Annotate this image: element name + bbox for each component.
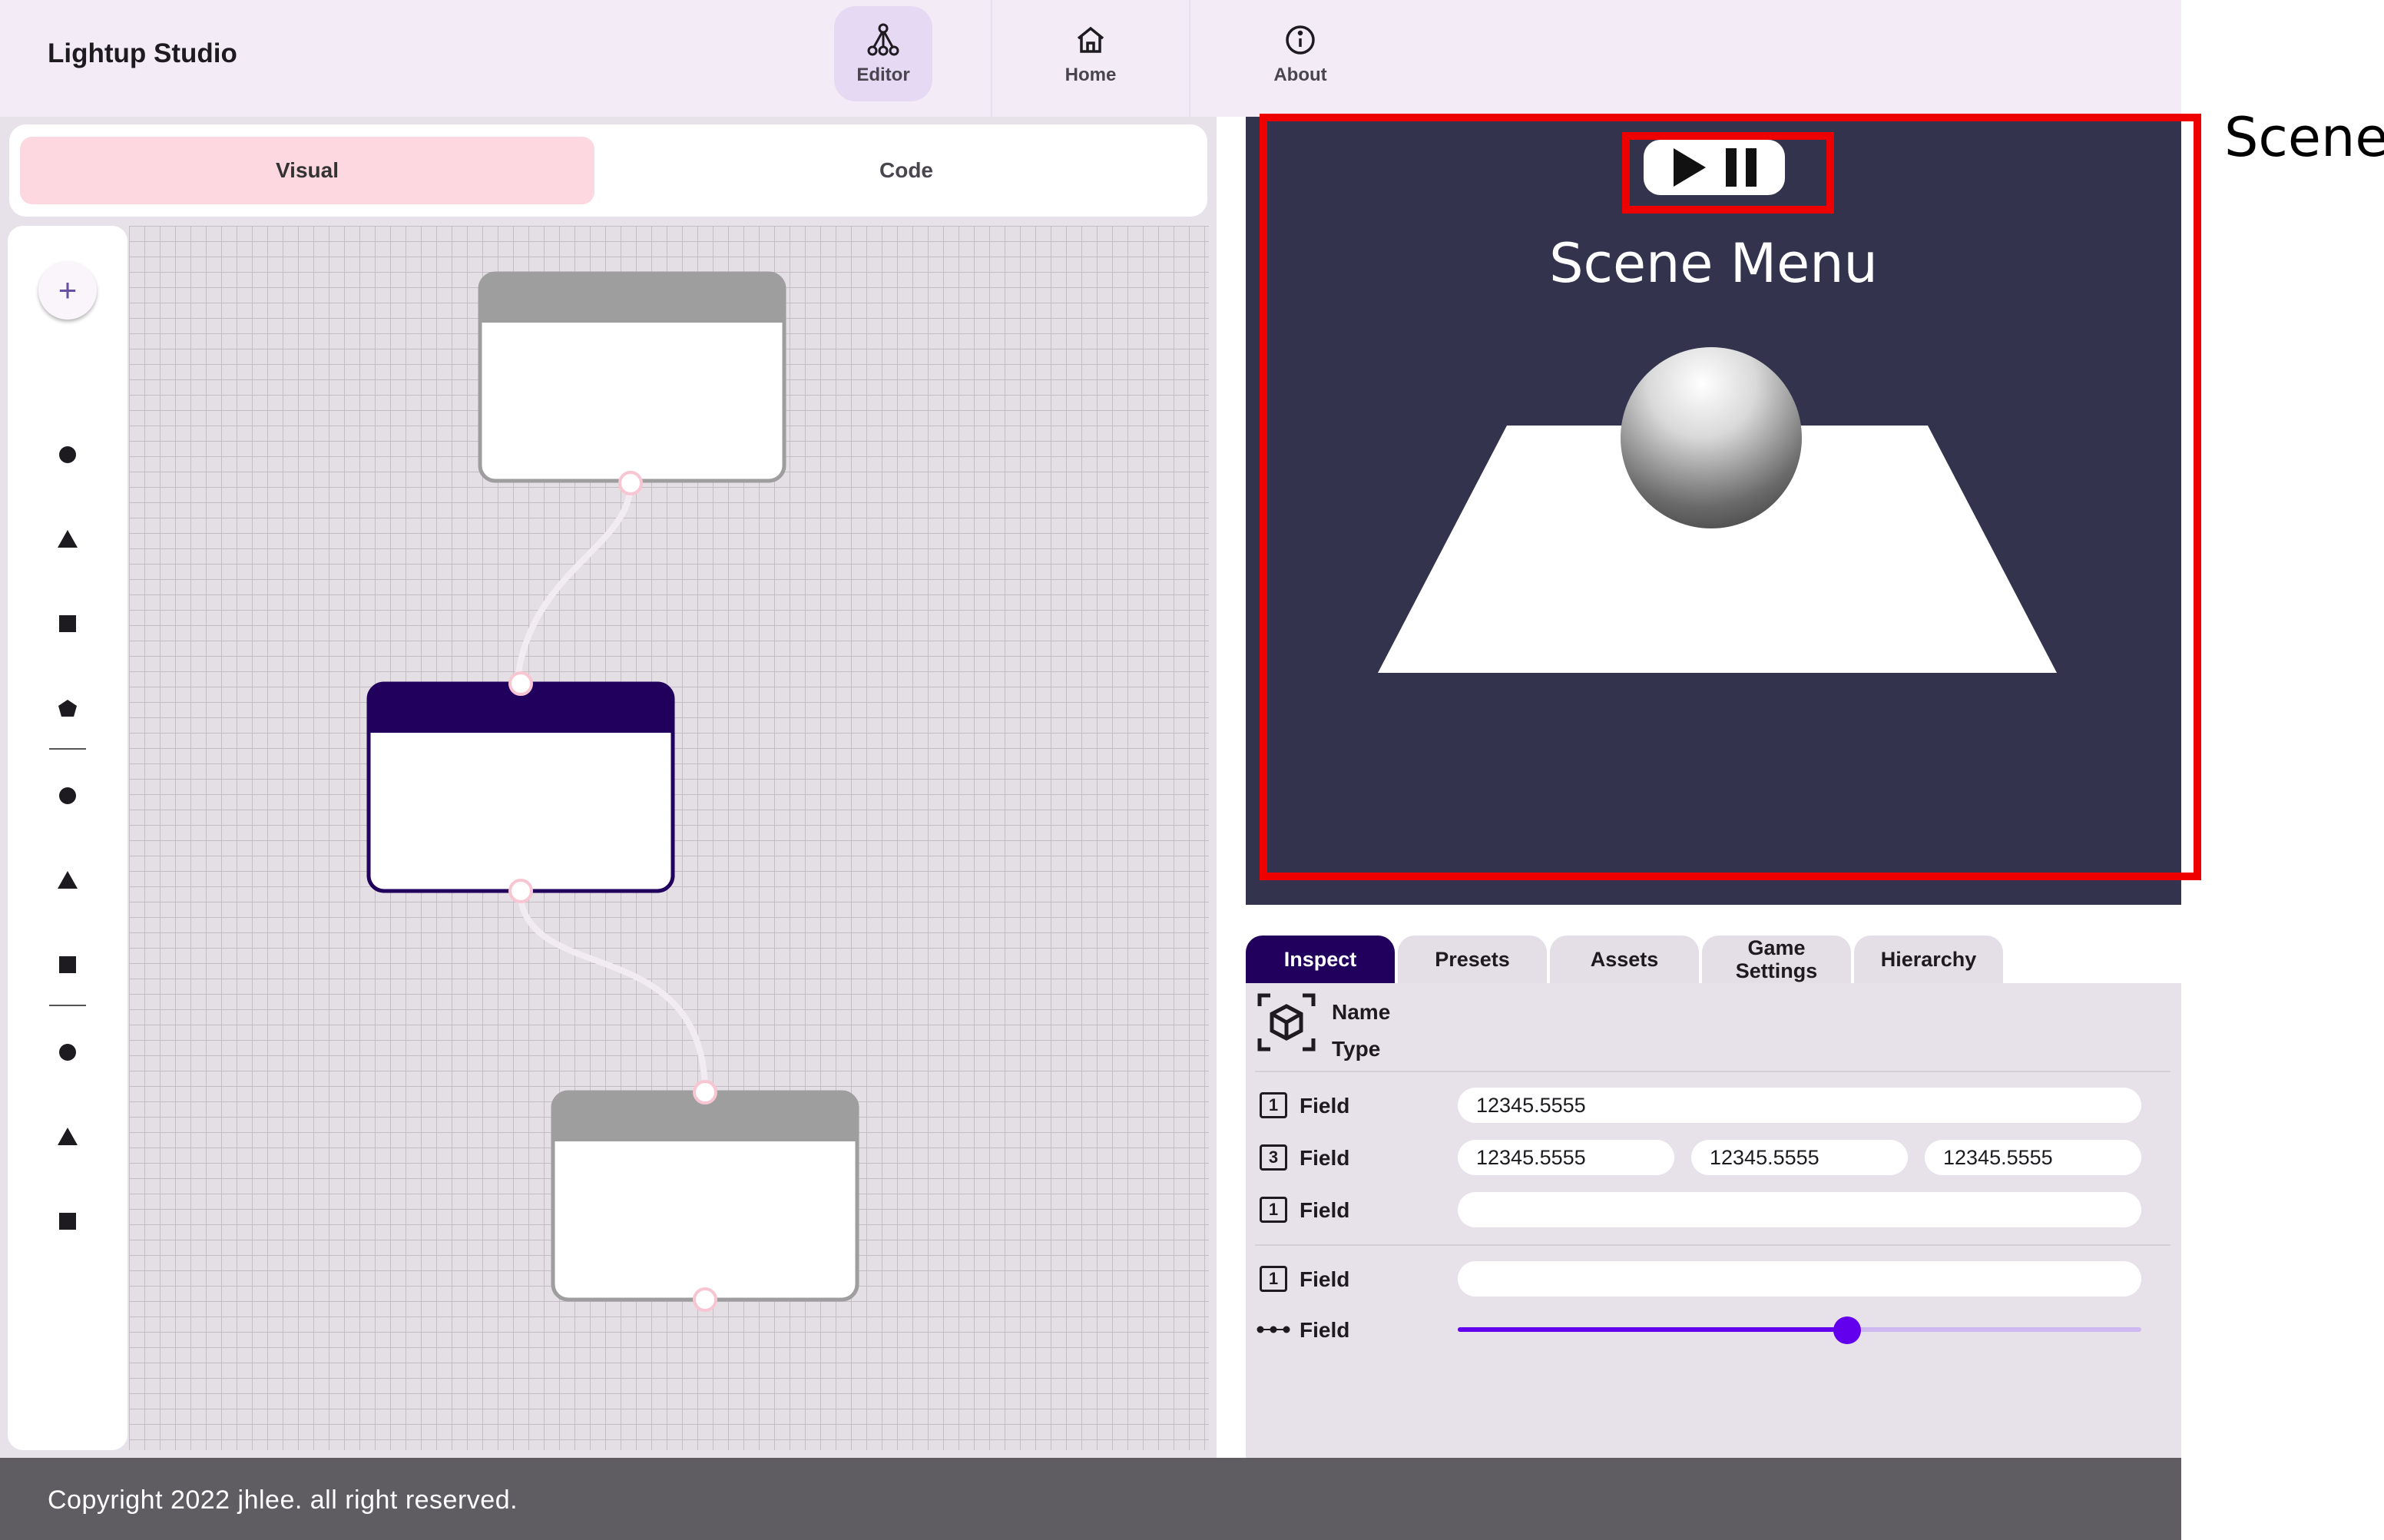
triangle-icon [58, 530, 78, 548]
scalar-field-icon: 1 [1260, 1197, 1287, 1223]
field-label: Field [1300, 1094, 1350, 1118]
editor-panel: Visual Code + [0, 117, 1217, 1458]
nav-editor-pill[interactable]: Editor [834, 6, 932, 101]
section-divider [1255, 1071, 2170, 1072]
circle-tool[interactable] [52, 780, 83, 811]
dots-icon [1257, 1312, 1290, 1347]
circle-icon [59, 787, 76, 804]
tab-hierarchy[interactable]: Hierarchy [1854, 936, 2003, 983]
nav-home-label: Home [1065, 65, 1117, 85]
slider-fill [1458, 1327, 1848, 1332]
node-connection [514, 485, 634, 684]
field-input[interactable]: 12345.5555 [1458, 1088, 2141, 1123]
tab-assets[interactable]: Assets [1550, 936, 1699, 983]
tab-game-settings[interactable]: Game Settings [1702, 936, 1851, 983]
inspector-tabs: Inspect Presets Assets Game Settings Hie… [1246, 936, 2181, 983]
triangle-tool[interactable] [52, 1121, 83, 1152]
copyright-text: Copyright 2022 jhlee. all right reserved… [48, 1485, 518, 1515]
square-tool[interactable] [52, 949, 83, 980]
shape-tool-rail: + [8, 226, 127, 1450]
field-input-z[interactable]: 12345.5555 [1925, 1140, 2141, 1175]
controls-highlight-box [1622, 132, 1834, 214]
inspector-panel: Inspect Presets Assets Game Settings Hie… [1246, 936, 2181, 1458]
field-input[interactable] [1458, 1192, 2141, 1227]
triangle-tool[interactable] [52, 865, 83, 896]
editor-mode-tabs: Visual Code [9, 124, 1207, 217]
scalar-field-icon: 1 [1260, 1266, 1287, 1292]
field-row: 1 Field [1257, 1261, 2170, 1297]
field-input-y[interactable]: 12345.5555 [1691, 1140, 1908, 1175]
field-row: 1 Field [1257, 1192, 2170, 1227]
add-button[interactable]: + [38, 261, 97, 320]
tab-inspect[interactable]: Inspect [1246, 936, 1395, 983]
nav-home-pill[interactable]: Home [1041, 6, 1140, 101]
cube-icon [1257, 993, 1316, 1052]
field-slider[interactable] [1458, 1316, 2141, 1344]
slider-thumb[interactable] [1833, 1316, 1862, 1344]
circle-icon [59, 1044, 76, 1061]
footer: Copyright 2022 jhlee. all right reserved… [0, 1458, 2181, 1540]
nav-about[interactable]: About [1206, 0, 1395, 117]
section-divider [1255, 1244, 2170, 1246]
nav-editor-label: Editor [856, 65, 910, 85]
vector3-field-icon: 3 [1260, 1144, 1287, 1171]
circle-tool[interactable] [52, 439, 83, 470]
input-port[interactable] [508, 671, 533, 696]
triangle-icon [58, 871, 78, 889]
graph-node-selected[interactable] [366, 681, 675, 893]
node-graph [366, 271, 859, 1312]
field-label: Field [1300, 1146, 1350, 1170]
object-name-label: Name [1332, 1000, 1391, 1024]
tab-visual[interactable]: Visual [20, 137, 594, 204]
field-input-x[interactable]: 12345.5555 [1458, 1140, 1674, 1175]
field-label: Field [1300, 1318, 1350, 1342]
tool-divider [49, 748, 86, 750]
field-row: 3 Field 12345.5555 12345.5555 12345.5555 [1257, 1140, 2170, 1175]
field-row: Field [1257, 1312, 2170, 1347]
node-tree-icon [867, 23, 899, 56]
circle-icon [59, 446, 76, 463]
tool-divider [49, 1005, 86, 1006]
info-icon [1286, 25, 1315, 55]
app-title: Lightup Studio [48, 38, 237, 68]
square-icon [59, 956, 76, 973]
scene-highlight-box [1260, 114, 2201, 880]
field-input[interactable] [1458, 1261, 2141, 1297]
top-app-bar: Lightup Studio Editor Home About [0, 0, 2181, 117]
output-port[interactable] [508, 879, 533, 903]
triangle-icon [58, 1128, 78, 1145]
square-icon [59, 615, 76, 632]
node-graph-canvas[interactable] [129, 226, 1209, 1450]
nav-editor[interactable]: Editor [834, 0, 932, 117]
triangle-tool[interactable] [52, 524, 83, 555]
square-tool[interactable] [52, 1206, 83, 1237]
field-row: 1 Field 12345.5555 [1257, 1088, 2170, 1123]
field-label: Field [1300, 1267, 1350, 1291]
pentagon-tool[interactable] [52, 693, 83, 724]
tab-presets[interactable]: Presets [1398, 936, 1547, 983]
nav-home[interactable]: Home [991, 0, 1190, 117]
circle-tool[interactable] [52, 1037, 83, 1068]
square-tool[interactable] [52, 608, 83, 639]
graph-node[interactable] [478, 271, 786, 483]
scene-annotation-label: Scene [2224, 106, 2384, 169]
home-icon [1077, 26, 1104, 53]
nav-about-pill[interactable]: About [1251, 6, 1349, 101]
scalar-field-icon: 1 [1260, 1092, 1287, 1118]
tab-code[interactable]: Code [616, 137, 1197, 204]
output-port[interactable] [693, 1287, 717, 1312]
object-type-label: Type [1332, 1037, 1381, 1061]
square-icon [59, 1213, 76, 1230]
field-label: Field [1300, 1198, 1350, 1222]
output-port[interactable] [618, 471, 643, 495]
input-port[interactable] [693, 1080, 717, 1104]
graph-node[interactable] [551, 1090, 859, 1302]
node-connection [517, 893, 708, 1090]
nav-about-label: About [1273, 65, 1327, 85]
pentagon-icon [58, 700, 77, 717]
